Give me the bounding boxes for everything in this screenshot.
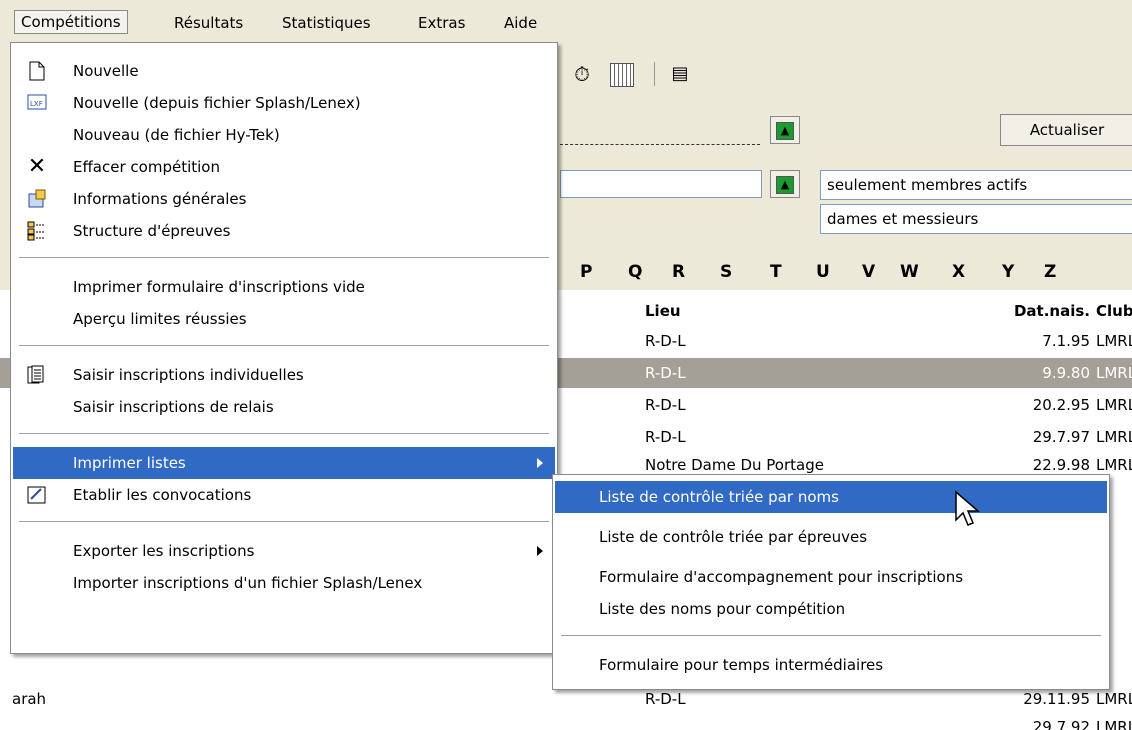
cell-dob: 7.1.95 xyxy=(1042,332,1090,350)
toolbar: ⏱ ▤ xyxy=(560,58,1132,92)
menu-statistiques[interactable]: Statistiques xyxy=(276,12,377,34)
menu-aide[interactable]: Aide xyxy=(498,12,543,34)
letter-s[interactable]: S xyxy=(720,258,732,286)
structure-icon xyxy=(27,221,47,241)
cell-dob: 20.2.95 xyxy=(1032,396,1090,414)
info-icon xyxy=(27,189,47,209)
cell-dob: 29.7.92 xyxy=(1032,718,1090,730)
menu-item-effacer[interactable]: ✕ Effacer compétition xyxy=(13,151,555,183)
letter-q[interactable]: Q xyxy=(628,258,642,286)
cell-club: LMRL xyxy=(1096,364,1132,382)
menu-separator xyxy=(19,521,549,523)
menu-item-informations[interactable]: Informations générales xyxy=(13,183,555,215)
letter-p[interactable]: P xyxy=(580,258,592,286)
menu-item-importer[interactable]: Importer inscriptions d'un fichier Splas… xyxy=(13,567,555,599)
cell-club: LMRL xyxy=(1096,396,1132,414)
menu-competitions[interactable]: Compétitions xyxy=(14,10,128,34)
menu-item-structure[interactable]: Structure d'épreuves xyxy=(13,215,555,247)
combo-2[interactable] xyxy=(560,170,762,198)
lenex-icon: LXF xyxy=(27,93,47,113)
cell-club: LMRL xyxy=(1096,718,1132,730)
grid-icon[interactable] xyxy=(610,63,634,87)
filter-gender-select[interactable]: dames et messieurs xyxy=(820,204,1132,234)
menu-extras[interactable]: Extras xyxy=(412,12,471,34)
convocation-icon xyxy=(27,485,47,505)
submenu-item-liste-noms[interactable]: Liste des noms pour compétition xyxy=(555,593,1107,625)
refresh-button[interactable]: Actualiser xyxy=(1000,114,1132,146)
cell-name: arah xyxy=(12,690,47,708)
menu-item-saisir-relais[interactable]: Saisir inscriptions de relais xyxy=(13,391,555,423)
cell-lieu: R-D-L xyxy=(645,364,686,382)
submenu-item-controle-noms[interactable]: Liste de contrôle triée par noms xyxy=(555,481,1107,513)
header-dob[interactable]: Dat.nais. xyxy=(970,296,1090,326)
submenu-item-controle-epreuves[interactable]: Liste de contrôle triée par épreuves xyxy=(555,521,1107,553)
menu-item-apercu-limites[interactable]: Aperçu limites réussies xyxy=(13,303,555,335)
letter-r[interactable]: R xyxy=(672,258,685,286)
menu-separator xyxy=(19,345,549,347)
letter-t[interactable]: T xyxy=(770,258,782,286)
up-button-1[interactable]: ▲ xyxy=(770,116,800,144)
calculator-icon[interactable]: ▤ xyxy=(668,62,692,86)
letter-z[interactable]: Z xyxy=(1044,258,1056,286)
combo-1[interactable] xyxy=(560,118,760,145)
menu-item-exporter[interactable]: Exporter les inscriptions xyxy=(13,535,555,567)
mouse-cursor-icon xyxy=(954,490,981,530)
menu-resultats[interactable]: Résultats xyxy=(168,12,249,34)
submenu-item-accompagnement[interactable]: Formulaire d'accompagnement pour inscrip… xyxy=(555,561,1107,593)
cell-lieu: R-D-L xyxy=(645,396,686,414)
menubar: Compétitions Résultats Statistiques Extr… xyxy=(0,0,1132,42)
table-row[interactable]: 29.7.92 LMRL xyxy=(0,712,1132,730)
alphabet-index: P Q R S T U V W X Y Z xyxy=(560,258,1132,286)
svg-text:LXF: LXF xyxy=(30,100,43,108)
delete-icon: ✕ xyxy=(27,154,47,179)
entries-icon xyxy=(27,365,47,385)
menu-item-nouvelle-lenex[interactable]: LXF Nouvelle (depuis fichier Splash/Lene… xyxy=(13,87,555,119)
menu-separator xyxy=(19,433,549,435)
cell-club: LMRL xyxy=(1096,428,1132,446)
menu-item-imprimer-formulaire[interactable]: Imprimer formulaire d'inscriptions vide xyxy=(13,271,555,303)
imprimer-listes-submenu: Liste de contrôle triée par noms Liste d… xyxy=(552,474,1110,690)
cell-dob: 29.7.97 xyxy=(1032,428,1090,446)
letter-w[interactable]: W xyxy=(900,258,919,286)
menu-item-nouveau-hytek[interactable]: Nouveau (de fichier Hy-Tek) xyxy=(13,119,555,151)
menu-separator xyxy=(561,635,1101,637)
refresh-label: Actualiser xyxy=(1029,121,1105,139)
new-doc-icon xyxy=(27,61,47,81)
letter-y[interactable]: Y xyxy=(1002,258,1014,286)
cell-lieu: R-D-L xyxy=(645,428,686,446)
stopwatch-icon[interactable]: ⏱ xyxy=(570,62,594,86)
menu-item-saisir-individuelles[interactable]: Saisir inscriptions individuelles xyxy=(13,359,555,391)
letter-u[interactable]: U xyxy=(816,258,830,286)
cell-club: LMRL xyxy=(1096,332,1132,350)
submenu-arrow-icon xyxy=(537,458,543,468)
submenu-arrow-icon xyxy=(537,546,543,556)
up-button-2[interactable]: ▲ xyxy=(770,170,800,198)
header-club[interactable]: Club xyxy=(1096,296,1132,326)
letter-x[interactable]: X xyxy=(952,258,965,286)
menu-separator xyxy=(19,257,549,259)
header-lieu[interactable]: Lieu xyxy=(645,296,681,326)
submenu-item-temps-intermediaires[interactable]: Formulaire pour temps intermédiaires xyxy=(555,649,1107,681)
letter-v[interactable]: V xyxy=(862,258,875,286)
menu-item-convocations[interactable]: Etablir les convocations xyxy=(13,479,555,511)
filter-members-select[interactable]: seulement membres actifs xyxy=(820,170,1132,200)
cell-lieu: R-D-L xyxy=(645,332,686,350)
cell-dob: 9.9.80 xyxy=(1042,364,1090,382)
menu-item-nouvelle[interactable]: Nouvelle xyxy=(13,55,555,87)
competitions-menu: Nouvelle LXF Nouvelle (depuis fichier Sp… xyxy=(10,42,558,654)
menu-item-imprimer-listes[interactable]: Imprimer listes xyxy=(13,447,555,479)
